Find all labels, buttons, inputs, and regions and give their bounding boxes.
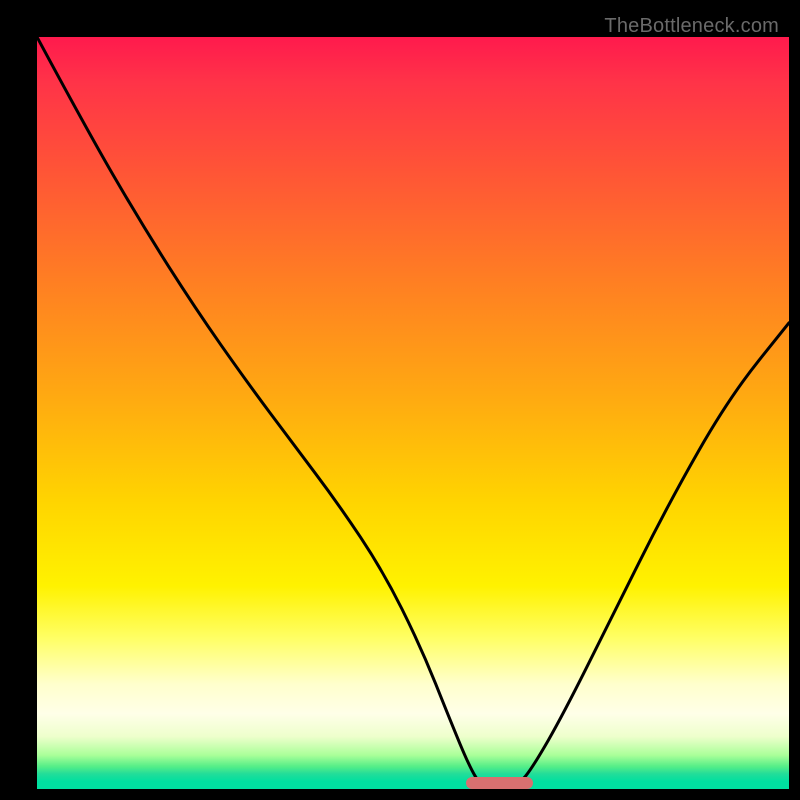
chart-frame: TheBottleneck.com bbox=[13, 13, 787, 787]
plot-area bbox=[37, 37, 789, 789]
bottleneck-curve bbox=[37, 37, 789, 789]
watermark-text: TheBottleneck.com bbox=[604, 15, 779, 38]
optimal-range-marker bbox=[466, 777, 534, 789]
